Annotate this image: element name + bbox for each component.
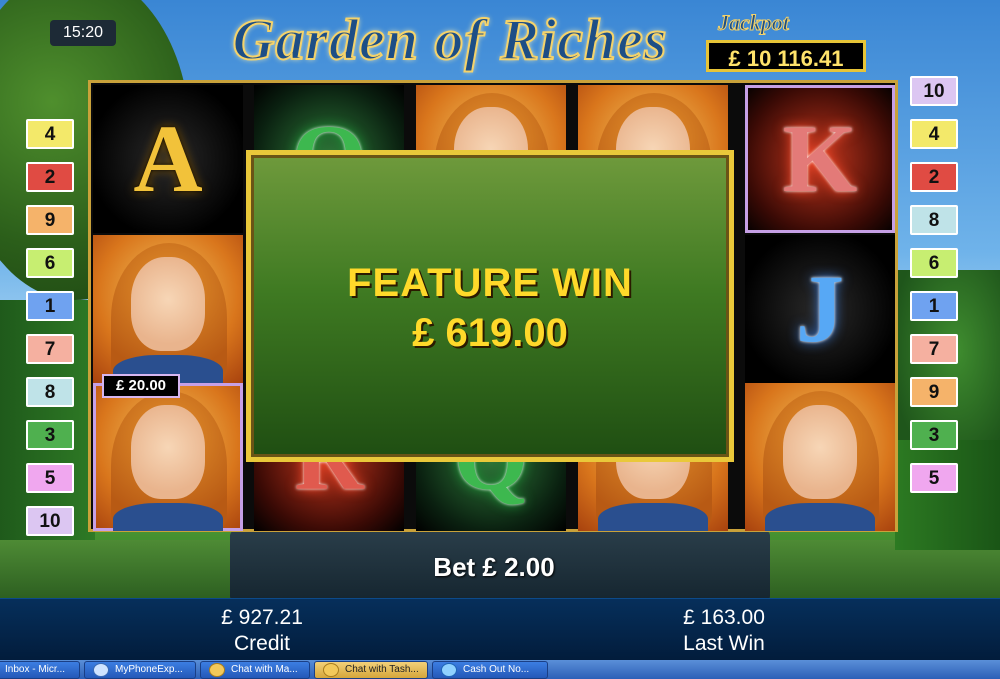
last-win-display: £ 163.00 Last Win (624, 605, 824, 657)
reel-5-symbol-king: K (745, 85, 895, 233)
king-symbol: K (782, 105, 858, 212)
payline-right-8[interactable]: 9 (910, 377, 958, 407)
taskbar-item-chat-ma[interactable]: Chat with Ma... (200, 661, 310, 679)
lady-face (783, 405, 857, 499)
background-hedge-right (895, 440, 1000, 550)
lady-dress (598, 503, 708, 531)
reel-1-symbol-lady (93, 235, 243, 383)
payline-left-8[interactable]: 3 (26, 420, 74, 450)
clock: 15:20 (50, 20, 116, 46)
taskbar-item-myphoneexplorer[interactable]: MyPhoneExp... (84, 661, 196, 679)
payline-right-2[interactable]: 4 (910, 119, 958, 149)
jack-symbol: J (796, 255, 844, 362)
reel-5-symbol-lady (745, 383, 895, 531)
payline-left-5[interactable]: 1 (26, 291, 74, 321)
payline-right-10[interactable]: 5 (910, 463, 958, 493)
reel-1-symbol-lady-winning (93, 383, 243, 531)
payline-left-3[interactable]: 9 (26, 205, 74, 235)
payline-right-5[interactable]: 6 (910, 248, 958, 278)
taskbar-item-label: Chat with Tash... (345, 664, 419, 675)
taskbar-item-label: Chat with Ma... (231, 664, 298, 675)
os-taskbar: Inbox - Micr... MyPhoneExp... Chat with … (0, 660, 1000, 679)
payline-left-6[interactable]: 7 (26, 334, 74, 364)
phone-app-icon (93, 663, 109, 677)
bet-amount[interactable]: Bet £ 2.00 (0, 552, 988, 583)
reel-5-symbol-jack: J (745, 235, 895, 383)
jackpot-label: Jackpot (718, 10, 790, 36)
jackpot-value: £ 10 116.41 (706, 40, 866, 72)
lady-face (131, 257, 205, 351)
credit-display: £ 927.21 Credit (162, 605, 362, 657)
lady-dress (765, 503, 875, 531)
payline-left-7[interactable]: 8 (26, 377, 74, 407)
last-win-label: Last Win (683, 632, 765, 655)
payline-left-4[interactable]: 6 (26, 248, 74, 278)
payline-left-10[interactable]: 10 (26, 506, 74, 536)
ace-symbol: A (133, 105, 203, 212)
chat-icon (209, 663, 225, 677)
game-title: Garden of Riches (232, 6, 668, 73)
chat-icon (323, 663, 339, 677)
symbol-win-amount: £ 20.00 (102, 374, 180, 398)
lady-dress (113, 503, 223, 531)
feature-win-popup[interactable]: FEATURE WIN £ 619.00 (246, 150, 734, 462)
payline-left-2[interactable]: 2 (26, 162, 74, 192)
payline-right-4[interactable]: 8 (910, 205, 958, 235)
feature-win-amount: £ 619.00 (412, 311, 568, 355)
payline-right-6[interactable]: 1 (910, 291, 958, 321)
lady-face (131, 405, 205, 499)
taskbar-item-cash-out[interactable]: Cash Out No... (432, 661, 548, 679)
taskbar-item-inbox[interactable]: Inbox - Micr... (0, 661, 80, 679)
payline-left-1[interactable]: 4 (26, 119, 74, 149)
payline-right-9[interactable]: 3 (910, 420, 958, 450)
credit-value: £ 927.21 (221, 606, 303, 629)
feature-win-title: FEATURE WIN (347, 261, 633, 305)
payline-right-3[interactable]: 2 (910, 162, 958, 192)
reel-1-symbol-ace: A (93, 85, 243, 233)
status-bar: £ 927.21 Credit £ 163.00 Last Win (0, 598, 1000, 661)
last-win-value: £ 163.00 (683, 606, 765, 629)
internet-explorer-icon (441, 663, 457, 677)
taskbar-item-label: Inbox - Micr... (5, 664, 66, 675)
credit-label: Credit (233, 632, 291, 655)
taskbar-item-chat-tash[interactable]: Chat with Tash... (314, 661, 428, 679)
payline-right-7[interactable]: 7 (910, 334, 958, 364)
taskbar-item-label: Cash Out No... (463, 664, 530, 675)
taskbar-item-label: MyPhoneExp... (115, 664, 183, 675)
payline-left-9[interactable]: 5 (26, 463, 74, 493)
payline-right-1[interactable]: 10 (910, 76, 958, 106)
